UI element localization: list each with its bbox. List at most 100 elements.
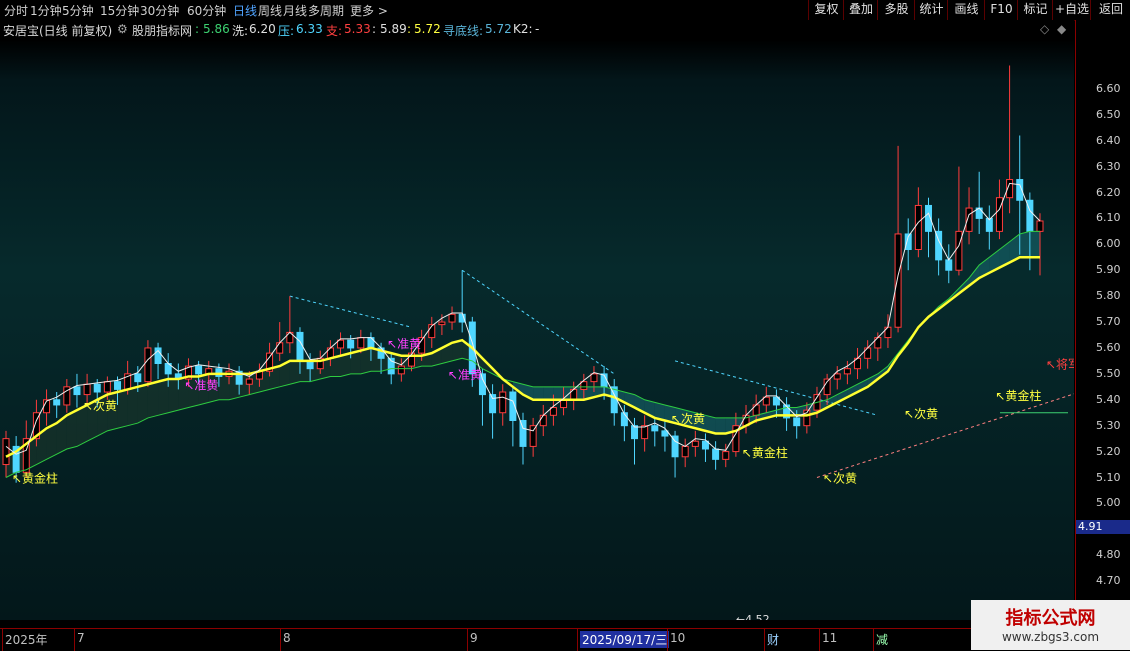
- ma-ribbon: [127, 386, 138, 426]
- toolbar-button-8[interactable]: 返回: [1090, 0, 1130, 20]
- ya-value: 6.33: [296, 22, 323, 36]
- date-divider: [873, 629, 874, 651]
- value-6-label: :: [407, 22, 412, 36]
- price-tick: 5.00: [1096, 496, 1121, 510]
- period-tab-3[interactable]: 15分钟: [100, 2, 139, 19]
- price-tick: 5.80: [1096, 289, 1121, 303]
- candle-body: [296, 331, 304, 362]
- ma-ribbon: [340, 353, 351, 377]
- candle-body: [651, 425, 659, 432]
- period-tab-1[interactable]: 1分钟: [30, 2, 62, 19]
- date-divider: [764, 629, 765, 651]
- period-tab-0[interactable]: 分时: [4, 2, 28, 19]
- candle-body: [945, 259, 953, 271]
- xundi-label: 寻底线:: [443, 24, 484, 38]
- signal-label: ↖准黄: [448, 368, 482, 382]
- indicator-info-bar: 安居宝(日线 前复权) ⚙ 股朋指标网 : 5.86 洗: 6.20 压: 6.…: [0, 20, 1074, 38]
- diamond-filled-icon[interactable]: ◆: [1057, 22, 1066, 36]
- ma-ribbon: [66, 410, 77, 449]
- price-tick: 6.10: [1096, 211, 1121, 225]
- cursor-date-label: 2025/09/17/三: [580, 631, 670, 648]
- ma-ribbon: [218, 373, 230, 400]
- k2-value: -: [535, 22, 540, 36]
- ma-ribbon: [715, 417, 726, 434]
- toolbar-button-7[interactable]: +自选: [1052, 0, 1091, 20]
- settings-icon[interactable]: ⚙: [117, 22, 128, 36]
- date-label: 11: [822, 631, 838, 645]
- signal-label: ↖黄金柱: [742, 445, 788, 460]
- k2-label: K2:: [513, 22, 533, 36]
- watermark-title: 指标公式网: [1005, 608, 1096, 629]
- ma-ribbon: [117, 389, 128, 429]
- period-tab-6[interactable]: 日线: [233, 2, 257, 19]
- candle-body: [195, 365, 203, 375]
- period-tab-2[interactable]: 5分钟: [62, 2, 94, 19]
- candle-body: [114, 381, 122, 390]
- price-tick: 6.40: [1096, 133, 1121, 147]
- chart-area[interactable]: ↖黄金柱↖次黄↖准黄↖准黄↖准黄↖次黄↖黄金柱↖次黄↖次黄↖黄金柱↖将军柱↖次黄…: [0, 20, 1074, 620]
- candle-body: [103, 381, 111, 393]
- date-divider: [280, 629, 281, 651]
- date-label: 9: [470, 631, 478, 645]
- signal-label: ↖次黄: [671, 412, 705, 426]
- toolbar-button-4[interactable]: 画线: [947, 0, 985, 20]
- price-tick: 6.20: [1096, 185, 1121, 199]
- toolbar-button-3[interactable]: 统计: [914, 0, 948, 20]
- candle-body: [691, 440, 699, 447]
- toolbar-button-5[interactable]: F10: [984, 0, 1018, 20]
- candle-body: [73, 386, 81, 396]
- resistance-dash: [461, 269, 615, 375]
- price-axis: 6.60 6.50 6.40 6.30 6.20 6.10 6.00 5.90 5.80 5.70…: [1075, 20, 1130, 630]
- value-6: 5.72: [414, 22, 441, 36]
- signal-label: ↖黄金柱: [12, 471, 58, 486]
- candle-body: [712, 448, 720, 460]
- period-tab-8[interactable]: 月线: [283, 2, 307, 19]
- toolbar-button-6[interactable]: 标记: [1017, 0, 1053, 20]
- ma-ribbon: [350, 350, 361, 374]
- candle-body: [681, 445, 689, 458]
- ma-ribbon: [1029, 231, 1040, 258]
- xundi-value: 5.72: [485, 22, 512, 36]
- ma-ribbon: [533, 386, 544, 400]
- price-tick: 5.40: [1096, 392, 1121, 406]
- candle-body: [539, 414, 547, 427]
- candle-body: [843, 368, 851, 375]
- watermark-url: www.zbgs3.com: [1001, 630, 1100, 644]
- ya-label: 压:: [278, 24, 295, 38]
- candle-body: [722, 451, 730, 460]
- stock-title: 安居宝(日线 前复权): [3, 24, 113, 38]
- signal-label: ↖将军柱: [1046, 357, 1074, 372]
- date-axis: 2025年 7 8 9 2025/09/17/三 10 财 11 减: [0, 628, 1130, 651]
- period-tab-9[interactable]: 多周期: [308, 2, 344, 19]
- date-label: 财: [767, 633, 780, 647]
- diamond-icon[interactable]: ◇: [1040, 22, 1049, 36]
- price-tick: 5.90: [1096, 263, 1121, 277]
- price-tick: 5.50: [1096, 366, 1121, 380]
- period-tab-4[interactable]: 30分钟: [140, 2, 179, 19]
- price-tick: 4.80: [1096, 548, 1121, 562]
- price-tick: 6.30: [1096, 159, 1121, 173]
- zhi-label: 支:: [326, 24, 343, 38]
- candle-body: [53, 399, 61, 406]
- value-1-label: :: [195, 22, 200, 36]
- period-tab-10[interactable]: 更多 >: [350, 2, 388, 19]
- indicator-name[interactable]: 股朋指标网: [132, 22, 192, 39]
- candle-body: [489, 394, 497, 414]
- candlestick-chart[interactable]: ↖黄金柱↖次黄↖准黄↖准黄↖准黄↖次黄↖黄金柱↖次黄↖次黄↖黄金柱↖将军柱↖次黄…: [0, 20, 1074, 620]
- candle-body: [793, 417, 801, 427]
- period-tab-7[interactable]: 周线: [258, 2, 282, 19]
- value-5-label: :: [372, 22, 377, 36]
- period-tab-5[interactable]: 60分钟: [187, 2, 226, 19]
- ma-ribbon: [168, 379, 179, 413]
- date-label: 2025年: [5, 633, 48, 647]
- date-label: 7: [77, 631, 85, 645]
- date-divider: [2, 629, 3, 651]
- xi-value: 6.20: [249, 22, 276, 36]
- resistance-dash: [289, 295, 412, 328]
- toolbar-button-1[interactable]: 叠加: [843, 0, 878, 20]
- toolbar-button-2[interactable]: 多股: [877, 0, 915, 20]
- price-tick: 6.50: [1096, 107, 1121, 121]
- toolbar-button-0[interactable]: 复权: [808, 0, 844, 20]
- candle-body: [93, 383, 101, 393]
- low-price-label: ←4.52: [736, 613, 770, 620]
